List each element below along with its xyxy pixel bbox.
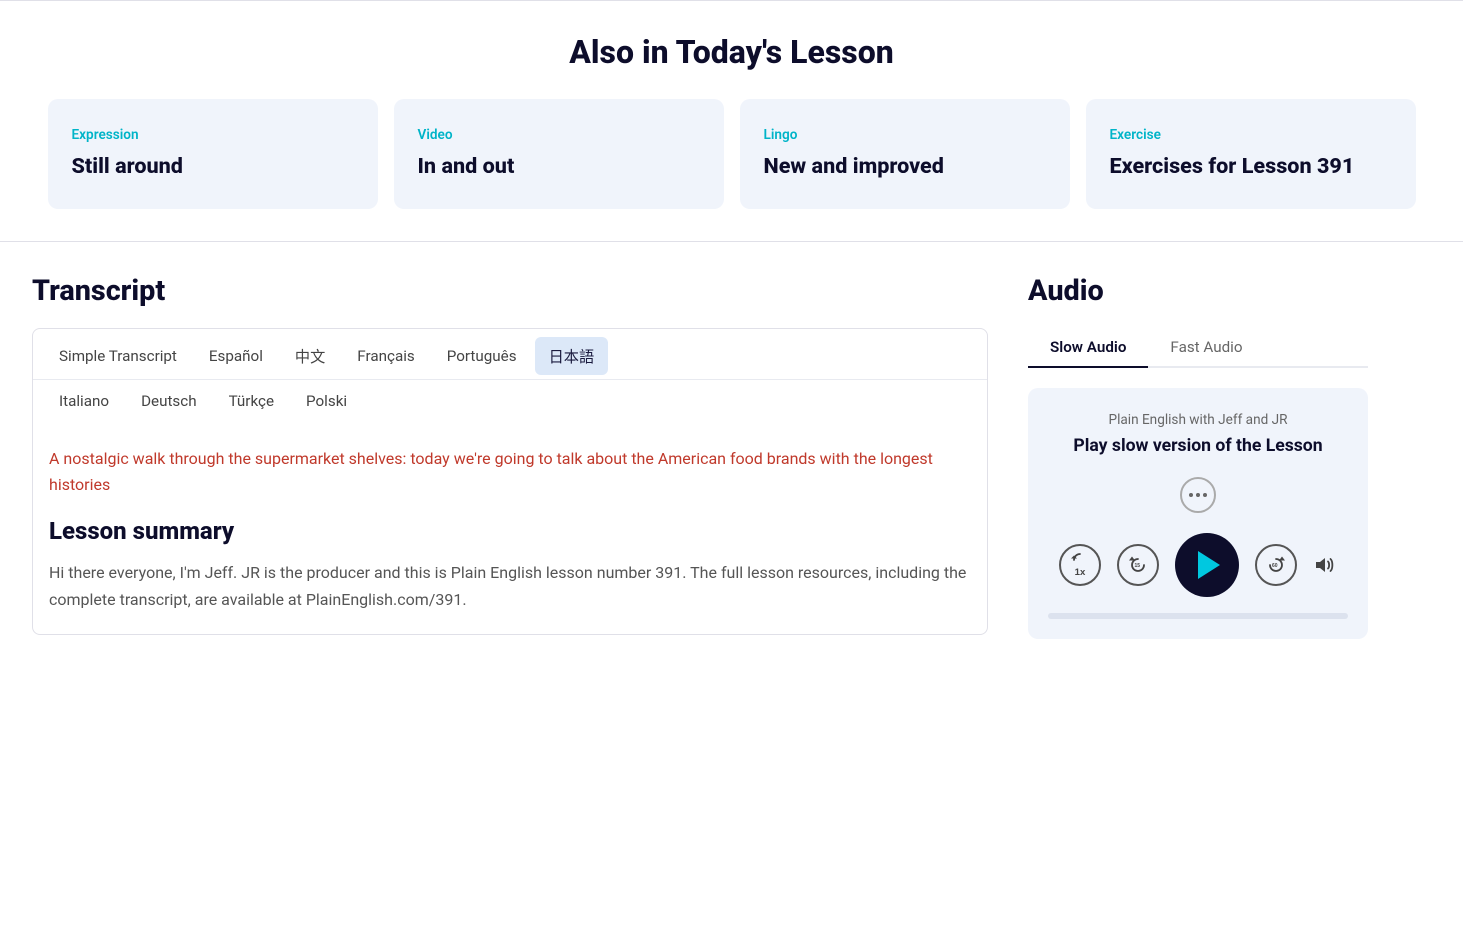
- audio-tab-slow[interactable]: Slow Audio: [1028, 328, 1148, 368]
- card-category: Lingo: [764, 127, 1046, 143]
- play-button[interactable]: [1175, 533, 1239, 597]
- transcript-tab-italiano[interactable]: Italiano: [45, 384, 123, 418]
- transcript-body: A nostalgic walk through the supermarket…: [33, 426, 987, 634]
- transcript-tab-portugues[interactable]: Português: [433, 337, 531, 375]
- transcript-tab-francais[interactable]: Français: [343, 337, 428, 375]
- transcript-tabs-container: Simple TranscriptEspañol中文FrançaisPortug…: [32, 328, 988, 635]
- transcript-tab-simple[interactable]: Simple Transcript: [45, 337, 191, 375]
- lesson-summary-heading: Lesson summary: [49, 517, 971, 545]
- main-content: Transcript Simple TranscriptEspañol中文Fra…: [0, 242, 1400, 639]
- lesson-summary-text: Hi there everyone, I'm Jeff. JR is the p…: [49, 559, 971, 613]
- page-title: Also in Today's Lesson: [0, 1, 1463, 99]
- card-category: Exercise: [1110, 127, 1392, 143]
- transcript-tabs-row1: Simple TranscriptEspañol中文FrançaisPortug…: [33, 329, 987, 380]
- card-title: Still around: [72, 153, 354, 181]
- player-title: Play slow version of the Lesson: [1048, 434, 1348, 459]
- transcript-tab-polski[interactable]: Polski: [292, 384, 361, 418]
- audio-heading: Audio: [1028, 274, 1368, 308]
- card-lingo[interactable]: Lingo New and improved: [740, 99, 1070, 209]
- card-expression[interactable]: Expression Still around: [48, 99, 378, 209]
- transcript-heading: Transcript: [32, 274, 988, 308]
- audio-tabs: Slow AudioFast Audio: [1028, 328, 1368, 368]
- transcript-tabs-row2: ItalianoDeutschTürkçePolski: [33, 380, 987, 426]
- back-15-button[interactable]: 15: [1117, 544, 1159, 586]
- forward-60-button[interactable]: 60: [1255, 544, 1297, 586]
- rewind-1x-button[interactable]: 1x: [1059, 544, 1101, 586]
- svg-text:15: 15: [1135, 563, 1141, 569]
- menu-icon[interactable]: [1180, 477, 1216, 513]
- transcript-tab-japanese[interactable]: 日本語: [535, 337, 609, 375]
- lesson-cards-row: Expression Still around Video In and out…: [0, 99, 1463, 241]
- card-category: Expression: [72, 127, 354, 143]
- player-subtitle: Plain English with Jeff and JR: [1048, 412, 1348, 428]
- volume-button[interactable]: [1313, 553, 1337, 577]
- card-category: Video: [418, 127, 700, 143]
- card-title: In and out: [418, 153, 700, 181]
- audio-player-card: Plain English with Jeff and JR Play slow…: [1028, 388, 1368, 639]
- card-video[interactable]: Video In and out: [394, 99, 724, 209]
- card-title: New and improved: [764, 153, 1046, 181]
- transcript-section: Transcript Simple TranscriptEspañol中文Fra…: [32, 274, 1028, 639]
- card-title: Exercises for Lesson 391: [1110, 153, 1392, 181]
- transcript-tab-deutsch[interactable]: Deutsch: [127, 384, 211, 418]
- progress-bar[interactable]: [1048, 613, 1348, 619]
- svg-text:60: 60: [1272, 563, 1278, 569]
- rewind-label: 1x: [1075, 567, 1086, 578]
- transcript-tab-turkce[interactable]: Türkçe: [215, 384, 288, 418]
- player-controls: 1x 15: [1048, 533, 1348, 597]
- transcript-intro: A nostalgic walk through the supermarket…: [49, 446, 971, 497]
- audio-section: Audio Slow AudioFast Audio Plain English…: [1028, 274, 1368, 639]
- transcript-tab-espanol[interactable]: Español: [195, 337, 277, 375]
- transcript-tab-chinese[interactable]: 中文: [281, 337, 339, 375]
- audio-tab-fast[interactable]: Fast Audio: [1148, 328, 1264, 368]
- card-exercise[interactable]: Exercise Exercises for Lesson 391: [1086, 99, 1416, 209]
